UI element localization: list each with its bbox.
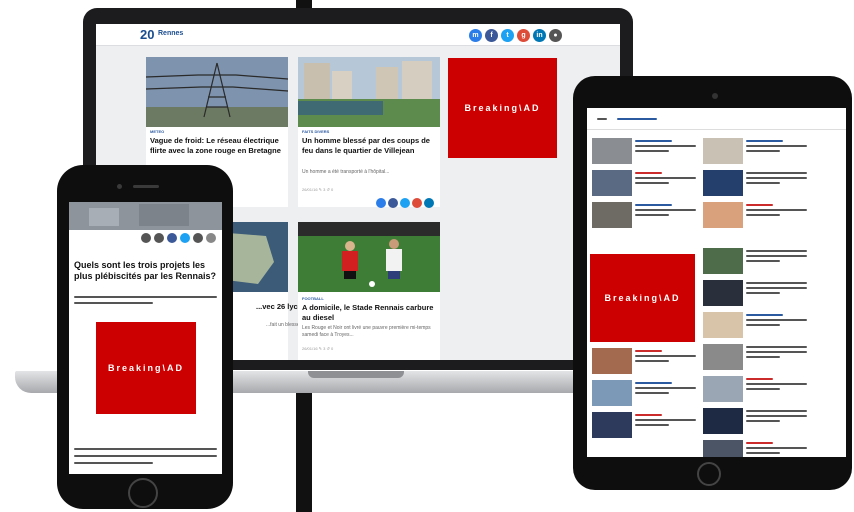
- laptop-notch: [308, 371, 404, 378]
- article-title[interactable]: Vague de froid: Le réseau électrique fli…: [150, 136, 284, 156]
- article-headline[interactable]: Quels sont les trois projets les plus pl…: [74, 260, 217, 282]
- article-title[interactable]: Un homme blessé par des coups de feu dan…: [302, 136, 436, 156]
- messenger-icon[interactable]: m: [469, 29, 482, 42]
- site-logo[interactable]: 20: [140, 27, 154, 42]
- article-lead: Les Rouge et Noir ont livré une pauvre p…: [302, 325, 431, 338]
- tablet-header: [587, 108, 846, 130]
- article-category: METEO: [150, 129, 165, 134]
- article-share-bar: [376, 198, 434, 208]
- list-item[interactable]: [701, 342, 809, 372]
- article-image-football: [298, 222, 440, 292]
- cable-bottom: [296, 393, 312, 512]
- list-item[interactable]: [590, 136, 698, 166]
- article-hero-image: [69, 202, 222, 230]
- comment-icon[interactable]: [154, 233, 164, 243]
- article-card[interactable]: FOOTBALL A domicile, le Stade Rennais ca…: [298, 222, 440, 360]
- phone-home-button[interactable]: [128, 478, 158, 508]
- list-item[interactable]: [590, 410, 698, 440]
- list-item[interactable]: [701, 136, 809, 166]
- list-item[interactable]: [590, 168, 698, 198]
- linkedin-icon[interactable]: in: [533, 29, 546, 42]
- list-item[interactable]: [590, 200, 698, 230]
- google-plus-icon[interactable]: [412, 198, 422, 208]
- article-meta: 26/01/16 ✎ 3 ↺ 0: [302, 346, 334, 351]
- article-title[interactable]: A domicile, le Stade Rennais carbure au …: [302, 303, 436, 323]
- facebook-icon[interactable]: [167, 233, 177, 243]
- ad-text: Breaking\AD: [604, 293, 681, 303]
- list-item[interactable]: [590, 378, 698, 408]
- list-item[interactable]: [701, 246, 809, 276]
- phone-speaker: [133, 185, 159, 188]
- article-image-buildings: [298, 57, 440, 127]
- facebook-icon[interactable]: f: [485, 29, 498, 42]
- article-category: FAITS DIVERS: [302, 129, 330, 134]
- list-item[interactable]: [701, 168, 809, 198]
- breaking-ad-banner[interactable]: Breaking\AD: [96, 322, 196, 414]
- article-body-lines: [74, 448, 217, 467]
- linkedin-icon[interactable]: [424, 198, 434, 208]
- breaking-ad-banner[interactable]: Breaking\AD: [590, 254, 695, 342]
- article-category: FOOTBALL: [302, 296, 324, 301]
- tablet-column-left: Breaking\AD: [590, 136, 698, 456]
- twitter-icon[interactable]: [400, 198, 410, 208]
- city-name[interactable]: Rennes: [158, 30, 183, 37]
- social-bar: m f t g in ●: [469, 29, 562, 42]
- list-item[interactable]: [590, 346, 698, 376]
- tablet-camera: [712, 93, 718, 99]
- message-icon[interactable]: [193, 233, 203, 243]
- tablet-screen: Breaking\AD: [587, 108, 846, 457]
- phone-share-bar: [141, 233, 216, 243]
- tablet-home-button[interactable]: [697, 462, 721, 486]
- twitter-icon[interactable]: t: [501, 29, 514, 42]
- list-item[interactable]: [701, 374, 809, 404]
- list-item[interactable]: [701, 406, 809, 436]
- google-plus-icon[interactable]: g: [517, 29, 530, 42]
- list-item[interactable]: [701, 200, 809, 230]
- device-mockup-scene: 20 Rennes m f t g in ● METEO Vague de fr…: [0, 0, 854, 512]
- ad-text: Breaking\AD: [107, 363, 184, 373]
- article-lead: Un homme a été transporté à l'hôpital...: [302, 169, 390, 175]
- tablet-column-right: [701, 136, 809, 457]
- bookmark-icon[interactable]: [141, 233, 151, 243]
- ad-text: Breaking\AD: [464, 103, 541, 113]
- article-card[interactable]: FAITS DIVERS Un homme blessé par des cou…: [298, 57, 440, 208]
- article-meta: 26/01/16 ✎ 3 ↺ 0: [302, 187, 334, 192]
- messenger-icon[interactable]: [376, 198, 386, 208]
- list-item[interactable]: [701, 438, 809, 457]
- list-item[interactable]: [701, 278, 809, 308]
- twitter-icon[interactable]: [180, 233, 190, 243]
- phone-screen: Quels sont les trois projets les plus pl…: [69, 202, 222, 474]
- share-icon[interactable]: [206, 233, 216, 243]
- breaking-ad-banner[interactable]: Breaking\AD: [448, 58, 557, 158]
- site-header: 20 Rennes m f t g in ●: [96, 24, 620, 46]
- facebook-icon[interactable]: [388, 198, 398, 208]
- article-text-lines: [74, 296, 217, 307]
- article-image-pylon: [146, 57, 288, 127]
- list-item[interactable]: [701, 310, 809, 340]
- phone-camera: [117, 184, 122, 189]
- user-icon[interactable]: ●: [549, 29, 562, 42]
